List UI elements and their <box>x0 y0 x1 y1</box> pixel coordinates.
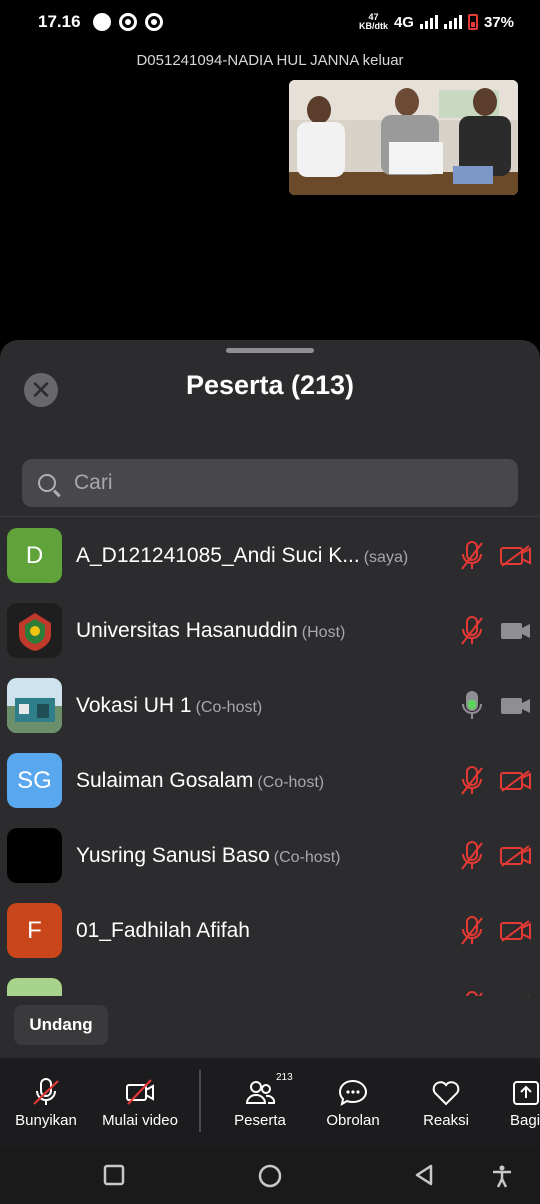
search-bar[interactable] <box>22 459 518 507</box>
meeting-toolbar: Bunyikan Mulai video Peserta 213 Obrolan… <box>0 1058 540 1146</box>
avatar: D <box>7 528 62 583</box>
camera-off-icon[interactable] <box>500 844 532 867</box>
participant-name: Yusring Sanusi Baso (Co-host) <box>76 844 340 868</box>
participant-name-text: 01_Fadhilah Afifah <box>76 918 250 942</box>
participant-name: Vokasi UH 1 (Co-host) <box>76 694 262 718</box>
camera-off-icon[interactable] <box>500 544 532 567</box>
reactions-label: Reaksi <box>423 1111 469 1129</box>
participant-row[interactable]: Universitas Hasanuddin (Host) <box>0 593 540 668</box>
participant-row[interactable] <box>0 968 540 996</box>
avatar <box>7 603 62 658</box>
drag-handle[interactable] <box>226 348 314 353</box>
divider <box>0 516 540 517</box>
camera-off-icon[interactable] <box>500 919 532 942</box>
participant-name-text: Vokasi UH 1 <box>76 693 192 717</box>
participant-name-text: Universitas Hasanuddin <box>76 618 298 642</box>
mic-muted-icon[interactable] <box>461 990 483 997</box>
search-icon <box>38 474 56 492</box>
mic-muted-icon[interactable] <box>461 615 483 646</box>
leave-notice: D051241094-NADIA HUL JANNA keluar <box>136 52 404 69</box>
video-thumbnail[interactable] <box>289 80 518 195</box>
participant-row[interactable]: D A_D121241085_Andi Suci K... (saya) <box>0 518 540 593</box>
status-time: 17.16 <box>38 12 81 31</box>
recents-icon[interactable] <box>103 1164 125 1186</box>
participant-name: A_D121241085_Andi Suci K... (saya) <box>76 544 408 568</box>
share-icon <box>513 1080 539 1105</box>
mic-muted-icon[interactable] <box>461 915 483 946</box>
camera-icon[interactable] <box>500 695 532 717</box>
signal-icon <box>419 15 438 29</box>
participant-name-text: Sulaiman Gosalam <box>76 768 254 792</box>
system-nav-bar <box>0 1146 540 1204</box>
share-button[interactable]: Bagi <box>510 1058 540 1146</box>
sheet-title: Peserta (213) <box>185 370 355 400</box>
home-icon[interactable] <box>258 1164 282 1188</box>
unmute-button[interactable]: Bunyikan <box>12 1058 80 1146</box>
video-off-icon <box>126 1078 154 1105</box>
participant-name-text: Yusring Sanusi Baso <box>76 843 270 867</box>
signal-icon-2 <box>443 15 462 29</box>
mic-muted-icon[interactable] <box>461 540 483 571</box>
participant-role: (Co-host) <box>273 848 341 866</box>
camera-off-icon[interactable] <box>500 769 532 792</box>
participant-name: 01_Fadhilah Afifah <box>76 919 250 943</box>
participant-role: (saya) <box>363 548 409 566</box>
accessibility-icon[interactable] <box>490 1164 514 1188</box>
participant-role: (Host) <box>301 623 346 641</box>
participant-role: (Co-host) <box>195 698 263 716</box>
toolbar-separator <box>199 1070 201 1132</box>
mic-off-icon <box>33 1077 59 1105</box>
participants-count-badge: 213 <box>276 1072 293 1083</box>
participant-name-text: A_D121241085_Andi Suci K... <box>76 543 360 567</box>
participant-row[interactable]: F 01_Fadhilah Afifah <box>0 893 540 968</box>
participant-name: Universitas Hasanuddin (Host) <box>76 619 345 643</box>
avatar <box>7 678 62 733</box>
participant-list[interactable]: D A_D121241085_Andi Suci K... (saya) Univer… <box>0 518 540 996</box>
participants-label: Peserta <box>234 1111 286 1129</box>
participant-row[interactable]: SG Sulaiman Gosalam (Co-host) <box>0 743 540 818</box>
mic-muted-icon[interactable] <box>461 765 483 796</box>
chat-button[interactable]: Obrolan <box>322 1058 384 1146</box>
battery-icon <box>467 14 478 30</box>
back-icon[interactable] <box>413 1164 435 1186</box>
invite-button[interactable]: Undang <box>14 1005 108 1045</box>
start-video-button[interactable]: Mulai video <box>98 1058 182 1146</box>
chat-icon <box>338 1079 368 1106</box>
camera-icon[interactable] <box>500 620 532 642</box>
chat-label: Obrolan <box>326 1111 380 1129</box>
net-speed: 47 KB/dtk <box>358 12 388 31</box>
mic-on-icon[interactable] <box>461 690 483 721</box>
avatar: SG <box>7 753 62 808</box>
network-type: 4G <box>393 13 414 31</box>
logo-icon <box>18 612 51 651</box>
search-input[interactable] <box>74 471 474 495</box>
building-photo <box>7 678 62 733</box>
chrome-icon <box>118 13 137 31</box>
speed-icon <box>92 13 111 31</box>
camera-off-icon[interactable] <box>500 994 532 997</box>
participants-icon <box>245 1080 276 1104</box>
participant-row[interactable]: Yusring Sanusi Baso (Co-host) <box>0 818 540 893</box>
share-label: Bagi <box>510 1111 540 1129</box>
reactions-button[interactable]: Reaksi <box>418 1058 474 1146</box>
participants-button[interactable]: Peserta 213 <box>228 1058 293 1146</box>
avatar: F <box>7 903 62 958</box>
record-icon <box>144 13 163 31</box>
heart-icon <box>432 1080 460 1105</box>
participant-row[interactable]: Vokasi UH 1 (Co-host) <box>0 668 540 743</box>
mic-muted-icon[interactable] <box>461 840 483 871</box>
unmute-label: Bunyikan <box>15 1111 77 1129</box>
start-video-label: Mulai video <box>102 1111 178 1129</box>
battery-level: 37% <box>483 13 514 31</box>
participant-name: Sulaiman Gosalam (Co-host) <box>76 769 324 793</box>
avatar <box>7 978 62 996</box>
status-bar: 17.16 47 KB/dtk 4G 37% <box>0 0 540 44</box>
participant-role: (Co-host) <box>257 773 325 791</box>
avatar <box>7 828 62 883</box>
